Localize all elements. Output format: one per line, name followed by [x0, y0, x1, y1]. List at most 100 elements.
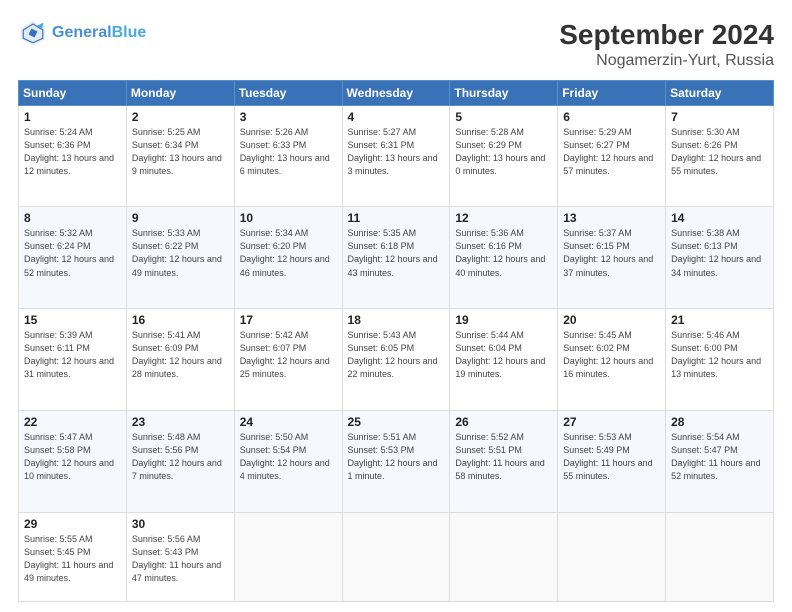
day-info: Sunrise: 5:35 AMSunset: 6:18 PMDaylight:… [348, 227, 445, 279]
calendar-week-row: 22 Sunrise: 5:47 AMSunset: 5:58 PMDayligh… [19, 410, 774, 512]
calendar-day-cell: 24 Sunrise: 5:50 AMSunset: 5:54 PMDayligh… [234, 410, 342, 512]
day-info: Sunrise: 5:38 AMSunset: 6:13 PMDaylight:… [671, 227, 768, 279]
calendar-day-cell: 13Sunrise: 5:37 AMSunset: 6:15 PMDayligh… [558, 207, 666, 309]
day-info: Sunrise: 5:28 AMSunset: 6:29 PMDaylight:… [455, 126, 552, 178]
day-info: Sunrise: 5:39 AMSunset: 6:11 PMDaylight:… [24, 329, 121, 381]
day-number: 5 [455, 110, 552, 124]
day-info: Sunrise: 5:25 AMSunset: 6:34 PMDaylight:… [132, 126, 229, 178]
calendar-day-cell: 14 Sunrise: 5:38 AMSunset: 6:13 PMDayligh… [666, 207, 774, 309]
day-number: 17 [240, 313, 337, 327]
day-number: 14 [671, 211, 768, 225]
calendar-day-cell [558, 512, 666, 601]
day-info: Sunrise: 5:24 AMSunset: 6:36 PMDaylight:… [24, 126, 121, 178]
calendar-day-cell: 27Sunrise: 5:53 AMSunset: 5:49 PMDayligh… [558, 410, 666, 512]
calendar-day-cell: 18 Sunrise: 5:43 AMSunset: 6:05 PMDayligh… [342, 309, 450, 411]
day-number: 29 [24, 517, 121, 531]
day-info: Sunrise: 5:50 AMSunset: 5:54 PMDaylight:… [240, 431, 337, 483]
day-info: Sunrise: 5:37 AMSunset: 6:15 PMDaylight:… [563, 227, 660, 279]
day-info: Sunrise: 5:36 AMSunset: 6:16 PMDaylight:… [455, 227, 552, 279]
day-number: 2 [132, 110, 229, 124]
day-number: 12 [455, 211, 552, 225]
day-number: 22 [24, 415, 121, 429]
calendar-day-cell: 22 Sunrise: 5:47 AMSunset: 5:58 PMDayligh… [19, 410, 127, 512]
logo-text: GeneralBlue [52, 24, 146, 42]
calendar-day-cell: 16 Sunrise: 5:41 AMSunset: 6:09 PMDayligh… [126, 309, 234, 411]
weekday-header: Monday [126, 80, 234, 105]
calendar-day-cell: 15Sunrise: 5:39 AMSunset: 6:11 PMDayligh… [19, 309, 127, 411]
day-info: Sunrise: 5:43 AMSunset: 6:05 PMDaylight:… [348, 329, 445, 381]
calendar-day-cell: 28 Sunrise: 5:54 AMSunset: 5:47 PMDayligh… [666, 410, 774, 512]
calendar-day-cell: 1Sunrise: 5:24 AMSunset: 6:36 PMDaylight… [19, 105, 127, 207]
calendar-week-row: 8Sunrise: 5:32 AMSunset: 6:24 PMDaylight… [19, 207, 774, 309]
day-number: 3 [240, 110, 337, 124]
day-info: Sunrise: 5:33 AMSunset: 6:22 PMDaylight:… [132, 227, 229, 279]
calendar-day-cell [666, 512, 774, 601]
day-info: Sunrise: 5:52 AMSunset: 5:51 PMDaylight:… [455, 431, 552, 483]
calendar-day-cell: 2 Sunrise: 5:25 AMSunset: 6:34 PMDaylight… [126, 105, 234, 207]
logo: GeneralBlue [18, 18, 146, 48]
day-number: 11 [348, 211, 445, 225]
day-number: 4 [348, 110, 445, 124]
logo-icon [18, 18, 48, 48]
day-info: Sunrise: 5:41 AMSunset: 6:09 PMDaylight:… [132, 329, 229, 381]
calendar-day-cell: 3 Sunrise: 5:26 AMSunset: 6:33 PMDaylight… [234, 105, 342, 207]
calendar-day-cell: 26 Sunrise: 5:52 AMSunset: 5:51 PMDayligh… [450, 410, 558, 512]
calendar-day-cell [342, 512, 450, 601]
calendar-day-cell: 30 Sunrise: 5:56 AMSunset: 5:43 PMDayligh… [126, 512, 234, 601]
day-number: 21 [671, 313, 768, 327]
day-number: 28 [671, 415, 768, 429]
day-number: 23 [132, 415, 229, 429]
calendar-day-cell [450, 512, 558, 601]
day-number: 30 [132, 517, 229, 531]
day-info: Sunrise: 5:54 AMSunset: 5:47 PMDaylight:… [671, 431, 768, 483]
day-number: 10 [240, 211, 337, 225]
title-block: September 2024 Nogamerzin-Yurt, Russia [559, 18, 774, 70]
weekday-header: Tuesday [234, 80, 342, 105]
calendar-day-cell: 21 Sunrise: 5:46 AMSunset: 6:00 PMDayligh… [666, 309, 774, 411]
header: GeneralBlue September 2024 Nogamerzin-Yu… [18, 18, 774, 70]
day-info: Sunrise: 5:47 AMSunset: 5:58 PMDaylight:… [24, 431, 121, 483]
day-info: Sunrise: 5:44 AMSunset: 6:04 PMDaylight:… [455, 329, 552, 381]
day-number: 9 [132, 211, 229, 225]
calendar-day-cell: 5 Sunrise: 5:28 AMSunset: 6:29 PMDaylight… [450, 105, 558, 207]
calendar-week-row: 29 Sunrise: 5:55 AMSunset: 5:45 PMDayligh… [19, 512, 774, 601]
day-number: 25 [348, 415, 445, 429]
page: GeneralBlue September 2024 Nogamerzin-Yu… [0, 0, 792, 612]
day-number: 24 [240, 415, 337, 429]
day-info: Sunrise: 5:46 AMSunset: 6:00 PMDaylight:… [671, 329, 768, 381]
day-info: Sunrise: 5:42 AMSunset: 6:07 PMDaylight:… [240, 329, 337, 381]
day-info: Sunrise: 5:27 AMSunset: 6:31 PMDaylight:… [348, 126, 445, 178]
day-info: Sunrise: 5:45 AMSunset: 6:02 PMDaylight:… [563, 329, 660, 381]
day-info: Sunrise: 5:55 AMSunset: 5:45 PMDaylight:… [24, 533, 121, 585]
day-info: Sunrise: 5:51 AMSunset: 5:53 PMDaylight:… [348, 431, 445, 483]
day-info: Sunrise: 5:53 AMSunset: 5:49 PMDaylight:… [563, 431, 660, 483]
weekday-header: Thursday [450, 80, 558, 105]
calendar-day-cell: 9 Sunrise: 5:33 AMSunset: 6:22 PMDaylight… [126, 207, 234, 309]
day-number: 26 [455, 415, 552, 429]
day-info: Sunrise: 5:34 AMSunset: 6:20 PMDaylight:… [240, 227, 337, 279]
calendar-subtitle: Nogamerzin-Yurt, Russia [559, 52, 774, 70]
logo-line2: Blue [112, 24, 147, 41]
calendar-day-cell: 23Sunrise: 5:48 AMSunset: 5:56 PMDayligh… [126, 410, 234, 512]
weekday-header: Wednesday [342, 80, 450, 105]
day-info: Sunrise: 5:30 AMSunset: 6:26 PMDaylight:… [671, 126, 768, 178]
calendar-day-cell: 29 Sunrise: 5:55 AMSunset: 5:45 PMDayligh… [19, 512, 127, 601]
day-number: 19 [455, 313, 552, 327]
calendar-day-cell: 10 Sunrise: 5:34 AMSunset: 6:20 PMDayligh… [234, 207, 342, 309]
day-number: 16 [132, 313, 229, 327]
calendar-day-cell: 11 Sunrise: 5:35 AMSunset: 6:18 PMDayligh… [342, 207, 450, 309]
day-number: 6 [563, 110, 660, 124]
day-number: 7 [671, 110, 768, 124]
calendar-day-cell: 4 Sunrise: 5:27 AMSunset: 6:31 PMDaylight… [342, 105, 450, 207]
calendar-day-cell [234, 512, 342, 601]
day-number: 20 [563, 313, 660, 327]
weekday-header: Saturday [666, 80, 774, 105]
day-info: Sunrise: 5:26 AMSunset: 6:33 PMDaylight:… [240, 126, 337, 178]
day-info: Sunrise: 5:56 AMSunset: 5:43 PMDaylight:… [132, 533, 229, 585]
calendar-day-cell: 25 Sunrise: 5:51 AMSunset: 5:53 PMDayligh… [342, 410, 450, 512]
day-number: 18 [348, 313, 445, 327]
calendar-title: September 2024 [559, 18, 774, 52]
calendar-header-row: SundayMondayTuesdayWednesdayThursdayFrid… [19, 80, 774, 105]
day-info: Sunrise: 5:32 AMSunset: 6:24 PMDaylight:… [24, 227, 121, 279]
weekday-header: Friday [558, 80, 666, 105]
